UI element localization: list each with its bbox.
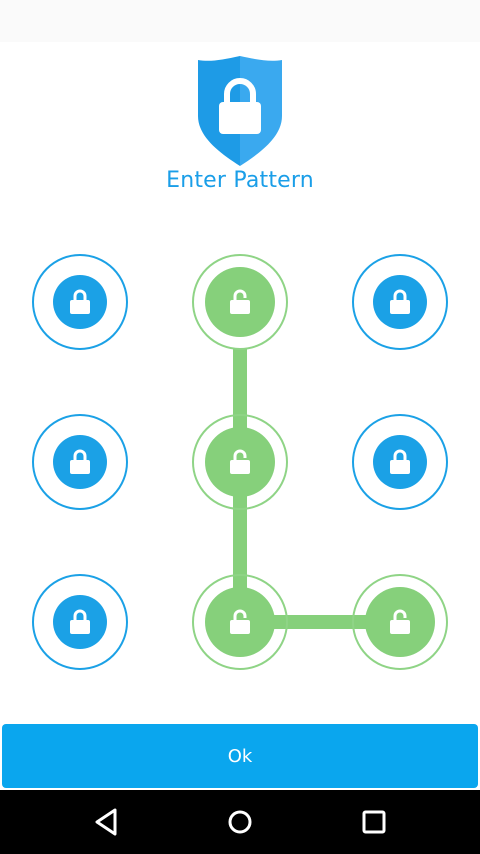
pattern-dot-5[interactable]: [192, 414, 288, 510]
ok-button[interactable]: Ok: [2, 724, 478, 788]
status-bar: [0, 0, 480, 42]
home-circle-icon[interactable]: [220, 802, 260, 842]
pattern-dot-2[interactable]: [192, 254, 288, 350]
pattern-dot-9[interactable]: [352, 574, 448, 670]
pattern-dot-6[interactable]: [352, 414, 448, 510]
page-title: Enter Pattern: [166, 168, 314, 193]
pattern-dot-8[interactable]: [192, 574, 288, 670]
recent-square-icon[interactable]: [354, 802, 394, 842]
back-triangle-icon[interactable]: [86, 802, 126, 842]
pattern-grid[interactable]: [0, 230, 480, 690]
shield-lock-icon: [198, 56, 282, 166]
pattern-dot-1[interactable]: [32, 254, 128, 350]
pattern-dot-3[interactable]: [352, 254, 448, 350]
navigation-bar: [0, 790, 480, 854]
pattern-dot-7[interactable]: [32, 574, 128, 670]
pattern-dot-4[interactable]: [32, 414, 128, 510]
